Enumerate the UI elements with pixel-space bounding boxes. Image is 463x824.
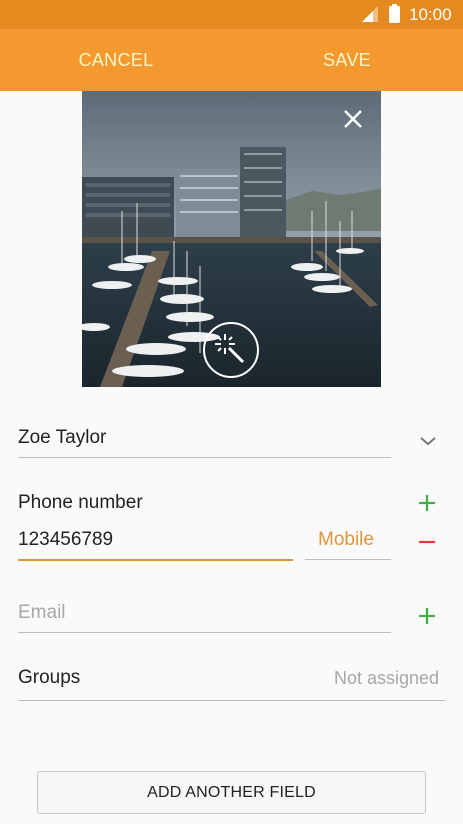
magic-wand-glyph [215, 334, 245, 364]
name-field[interactable]: Zoe Taylor [18, 426, 106, 450]
action-bar: CANCEL SAVE [0, 29, 463, 91]
add-email-button[interactable] [415, 604, 439, 628]
groups-underline [18, 700, 445, 701]
name-underline [18, 457, 391, 458]
phone-label: Phone number [18, 492, 143, 513]
contact-photo[interactable] [82, 91, 381, 387]
phone-type-dropdown[interactable]: Mobile [318, 528, 374, 552]
signal-icon [362, 6, 378, 22]
add-phone-button[interactable] [415, 491, 439, 515]
groups-label: Groups [18, 667, 81, 688]
chevron-down-icon[interactable] [416, 430, 440, 454]
phone-number-field[interactable]: 123456789 [18, 528, 113, 552]
close-icon[interactable] [339, 105, 367, 133]
add-another-field-button[interactable]: ADD ANOTHER FIELD [37, 771, 426, 814]
cancel-button[interactable]: CANCEL [56, 29, 176, 91]
status-bar: 10:00 [0, 0, 463, 29]
groups-value: Not assigned [334, 668, 440, 688]
battery-icon [389, 4, 400, 23]
remove-phone-button[interactable] [415, 530, 439, 554]
email-underline [18, 632, 391, 633]
phone-underline [18, 559, 293, 561]
email-field[interactable]: Email [18, 601, 66, 625]
save-button[interactable]: SAVE [297, 29, 397, 91]
status-time: 10:00 [409, 5, 452, 24]
magic-wand-icon[interactable] [203, 322, 259, 378]
phone-type-underline [305, 559, 391, 560]
